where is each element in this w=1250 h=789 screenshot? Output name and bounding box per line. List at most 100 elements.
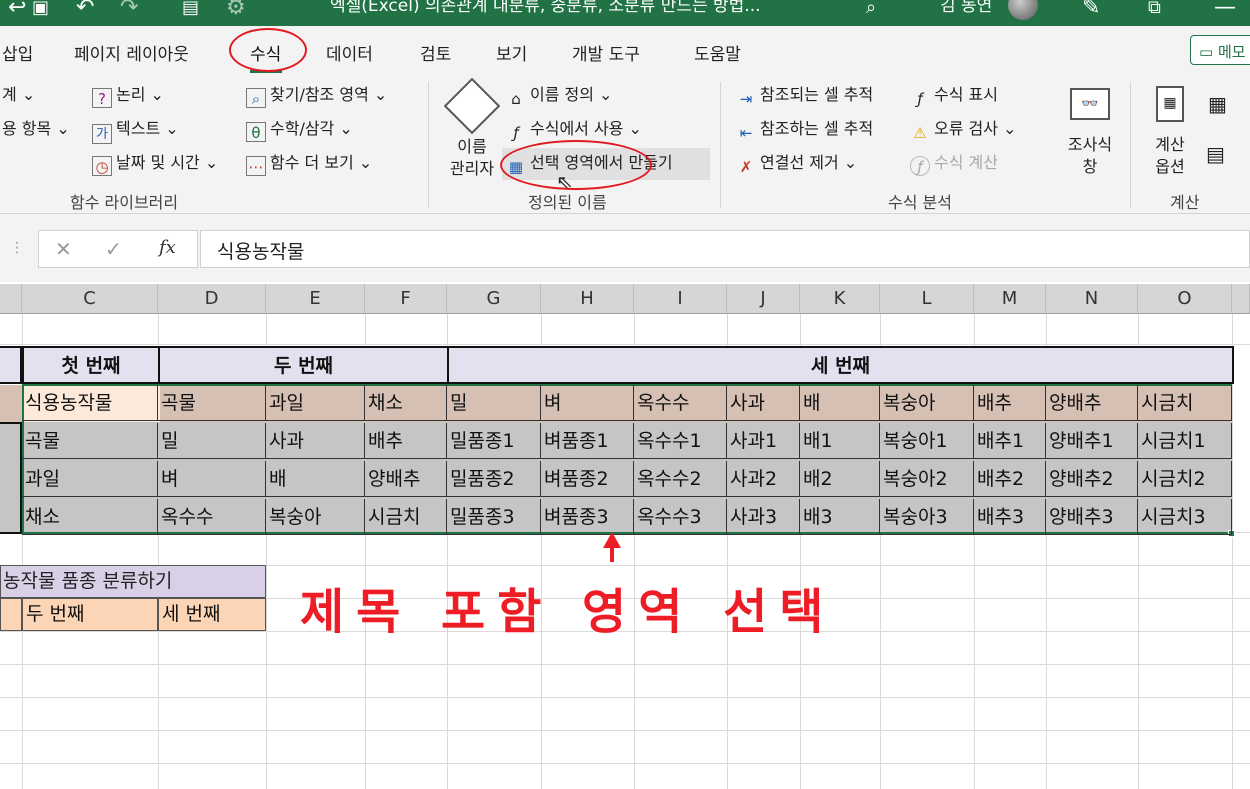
tab-insert[interactable]: 삽입 <box>2 40 33 65</box>
show-formulas-button[interactable]: ƒ 수식 표시 <box>910 84 998 109</box>
trace-precedents-button[interactable]: ⇥ 참조되는 셀 추적 <box>736 84 874 109</box>
group-header-second[interactable]: 두 번째 <box>158 346 449 384</box>
table-header-cell[interactable]: 사과 <box>727 385 800 421</box>
table-cell[interactable]: 배2 <box>800 461 880 497</box>
ribbon-item-more[interactable]: 용 항목 ⌄ <box>2 118 70 140</box>
column-header-f[interactable]: F <box>365 284 447 314</box>
group-header-first[interactable]: 첫 번째 <box>22 346 160 384</box>
lookup-button[interactable]: ⌕ 찾기/참조 영역 ⌄ <box>246 84 387 108</box>
table-header-cell[interactable]: 시금치 <box>1138 385 1232 421</box>
formula-input[interactable]: 식용농작물 <box>200 230 1250 268</box>
table-cell[interactable]: 배추2 <box>974 461 1046 497</box>
column-header-c[interactable]: C <box>22 284 158 314</box>
column-header-l[interactable]: L <box>880 284 974 314</box>
name-manager-button[interactable]: 이름 관리자 <box>443 77 501 182</box>
insert-function-icon[interactable]: fx <box>159 237 176 258</box>
tab-view[interactable]: 보기 <box>496 40 527 65</box>
evaluate-formula-button[interactable]: ƒ 수식 계산 <box>910 152 998 176</box>
undo-icon[interactable]: ↶ <box>76 0 94 22</box>
comments-button[interactable]: ▭ 메모 <box>1190 35 1250 65</box>
customize-icon[interactable]: ⚙ <box>226 0 246 22</box>
column-header-e[interactable]: E <box>266 284 365 314</box>
table-cell[interactable]: 양배추 <box>365 461 447 497</box>
column-header-j[interactable]: J <box>727 284 800 314</box>
table-cell[interactable]: 옥수수 <box>158 499 266 535</box>
table-header-cell[interactable]: 곡물 <box>158 385 266 421</box>
table-cell[interactable]: 배추3 <box>974 499 1046 535</box>
tab-page-layout[interactable]: 페이지 레이아웃 <box>74 40 189 65</box>
column-header-b[interactable] <box>0 284 22 314</box>
tab-review[interactable]: 검토 <box>420 40 451 65</box>
column-header-p[interactable] <box>1232 284 1250 314</box>
table-cell[interactable]: 양배추2 <box>1046 461 1138 497</box>
calc-sheet-icon[interactable]: ▤ <box>1206 142 1225 166</box>
table-cell[interactable]: 사과1 <box>727 423 800 459</box>
date-time-button[interactable]: ◷ 날짜 및 시간 ⌄ <box>92 152 218 176</box>
table-cell[interactable]: 벼 <box>158 461 266 497</box>
table-cell[interactable]: 밀품종3 <box>447 499 541 535</box>
table-cell[interactable]: 채소 <box>22 499 158 535</box>
table-header-cell[interactable]: 벼 <box>541 385 634 421</box>
autosave-icon[interactable]: ↩ <box>8 0 26 22</box>
table-header-cell[interactable]: 배 <box>800 385 880 421</box>
table-cell[interactable]: 복숭아2 <box>880 461 974 497</box>
table-cell[interactable]: 옥수수1 <box>634 423 727 459</box>
column-header-n[interactable]: N <box>1046 284 1138 314</box>
table-cell[interactable]: 배추1 <box>974 423 1046 459</box>
table-cell[interactable]: 양배추1 <box>1046 423 1138 459</box>
table-cell[interactable]: 배3 <box>800 499 880 535</box>
tab-developer[interactable]: 개발 도구 <box>572 40 640 65</box>
table-cell[interactable]: 벼품종2 <box>541 461 634 497</box>
table-cell[interactable]: 배1 <box>800 423 880 459</box>
calc-now-icon[interactable]: ▦ <box>1208 92 1227 116</box>
second-table-col-second[interactable]: 두 번째 <box>22 598 158 631</box>
table-header-cell[interactable]: 식용농작물 <box>22 385 158 421</box>
second-table-title[interactable]: 농작물 품종 분류하기 <box>0 565 266 598</box>
column-header-o[interactable]: O <box>1138 284 1232 314</box>
ribbon-item-recent[interactable]: 계 ⌄ <box>2 84 35 106</box>
table-cell[interactable]: 과일 <box>22 461 158 497</box>
ribbon-display-icon[interactable]: ⧉ <box>1148 0 1161 22</box>
cancel-icon[interactable]: ✕ <box>55 237 72 261</box>
table-cell[interactable]: 복숭아 <box>266 499 365 535</box>
search-icon[interactable]: ⌕ <box>866 0 876 22</box>
group-header-third[interactable]: 세 번째 <box>447 346 1234 384</box>
table-cell[interactable]: 옥수수3 <box>634 499 727 535</box>
table-header-cell[interactable]: 밀 <box>447 385 541 421</box>
calc-options-button[interactable]: ▦ 계산 옵션 <box>1142 82 1198 182</box>
table-cell[interactable]: 옥수수2 <box>634 461 727 497</box>
table-header-cell[interactable]: 양배추 <box>1046 385 1138 421</box>
table-header-cell[interactable]: 채소 <box>365 385 447 421</box>
column-header-g[interactable]: G <box>447 284 541 314</box>
table-cell[interactable]: 시금치 <box>365 499 447 535</box>
remove-arrows-button[interactable]: ✗ 연결선 제거 ⌄ <box>736 152 857 177</box>
watch-window-button[interactable]: 👓 조사식 창 <box>1060 82 1120 182</box>
text-button[interactable]: 가 텍스트 ⌄ <box>92 118 179 144</box>
table-cell[interactable]: 사과2 <box>727 461 800 497</box>
table-cell[interactable]: 벼품종3 <box>541 499 634 535</box>
table-cell[interactable]: 복숭아3 <box>880 499 974 535</box>
more-functions-button[interactable]: ⋯ 함수 더 보기 ⌄ <box>246 152 372 176</box>
table-cell[interactable]: 배추 <box>365 423 447 459</box>
table-header-cell[interactable]: 배추 <box>974 385 1046 421</box>
table-cell[interactable]: 밀품종1 <box>447 423 541 459</box>
define-name-button[interactable]: ⌂ 이름 정의 ⌄ <box>506 84 612 109</box>
redo-icon[interactable]: ↷ <box>120 0 138 22</box>
column-header-m[interactable]: M <box>974 284 1046 314</box>
table-cell[interactable]: 시금치1 <box>1138 423 1232 459</box>
table-cell[interactable]: 복숭아1 <box>880 423 974 459</box>
column-header-d[interactable]: D <box>158 284 266 314</box>
minimize-icon[interactable]: — <box>1214 0 1236 22</box>
table-cell[interactable]: 시금치2 <box>1138 461 1232 497</box>
second-table-col-third[interactable]: 세 번째 <box>158 598 266 631</box>
tab-help[interactable]: 도움말 <box>694 40 741 65</box>
math-button[interactable]: θ 수학/삼각 ⌄ <box>246 118 353 142</box>
table-cell[interactable]: 양배추3 <box>1046 499 1138 535</box>
logical-button[interactable]: ? 논리 ⌄ <box>92 84 164 108</box>
worksheet-grid[interactable]: C D E F G H I J K L M N O 첫 번째 두 번째 세 번째… <box>0 282 1250 789</box>
error-checking-button[interactable]: ⚠ 오류 검사 ⌄ <box>910 118 1016 143</box>
form-icon[interactable]: ▤ <box>182 0 199 22</box>
table-header-cell[interactable]: 과일 <box>266 385 365 421</box>
table-cell[interactable]: 시금치3 <box>1138 499 1232 535</box>
avatar[interactable] <box>1008 0 1038 20</box>
